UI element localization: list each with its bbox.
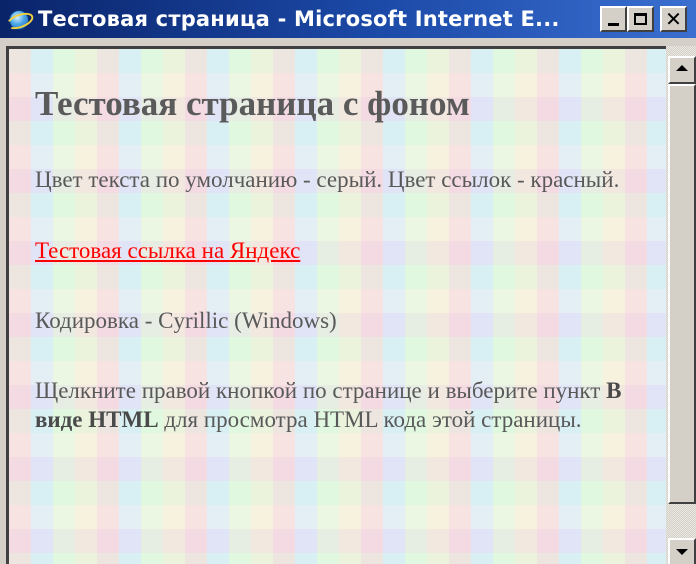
close-icon: ✕: [665, 7, 682, 31]
page-content: Тестовая страница с фоном Цвет текста по…: [35, 49, 655, 434]
minimize-icon: [608, 22, 619, 26]
page-viewport[interactable]: Тестовая страница с фоном Цвет текста по…: [6, 46, 666, 564]
window-client-area: Тестовая страница с фоном Цвет текста по…: [0, 38, 696, 564]
instruction-text-end: для просмотра HTML кода этой страницы.: [158, 407, 582, 432]
title-bar[interactable]: Тестовая страница - Microsoft Internet E…: [0, 0, 696, 38]
yandex-link[interactable]: Тестовая ссылка на Яндекс: [35, 238, 300, 263]
instruction-text-start: Щелкните правой кнопкой по странице и вы…: [35, 378, 607, 403]
scroll-down-button[interactable]: [668, 538, 696, 564]
page-heading: Тестовая страница с фоном: [35, 84, 470, 123]
window-title: Тестовая страница - Microsoft Internet E…: [38, 7, 560, 31]
internet-explorer-icon[interactable]: [4, 8, 36, 33]
browser-window: Тестовая страница - Microsoft Internet E…: [0, 0, 696, 564]
arrow-up-icon: [676, 65, 688, 71]
scrollbar-thumb[interactable]: [668, 84, 696, 504]
minimize-button[interactable]: [600, 6, 627, 32]
maximize-icon: [634, 13, 647, 25]
text-color-paragraph: Цвет текста по умолчанию - серый. Цвет с…: [35, 167, 620, 192]
encoding-paragraph: Кодировка - Cyrillic (Windows): [35, 308, 337, 333]
instruction-paragraph: Щелкните правой кнопкой по странице и вы…: [35, 376, 655, 434]
scroll-up-button[interactable]: [668, 56, 696, 84]
vertical-scrollbar[interactable]: [666, 46, 696, 564]
close-button[interactable]: ✕: [660, 6, 687, 32]
maximize-button[interactable]: [627, 6, 654, 32]
arrow-down-icon: [676, 549, 688, 555]
link-paragraph: Тестовая ссылка на Яндекс: [35, 236, 655, 265]
